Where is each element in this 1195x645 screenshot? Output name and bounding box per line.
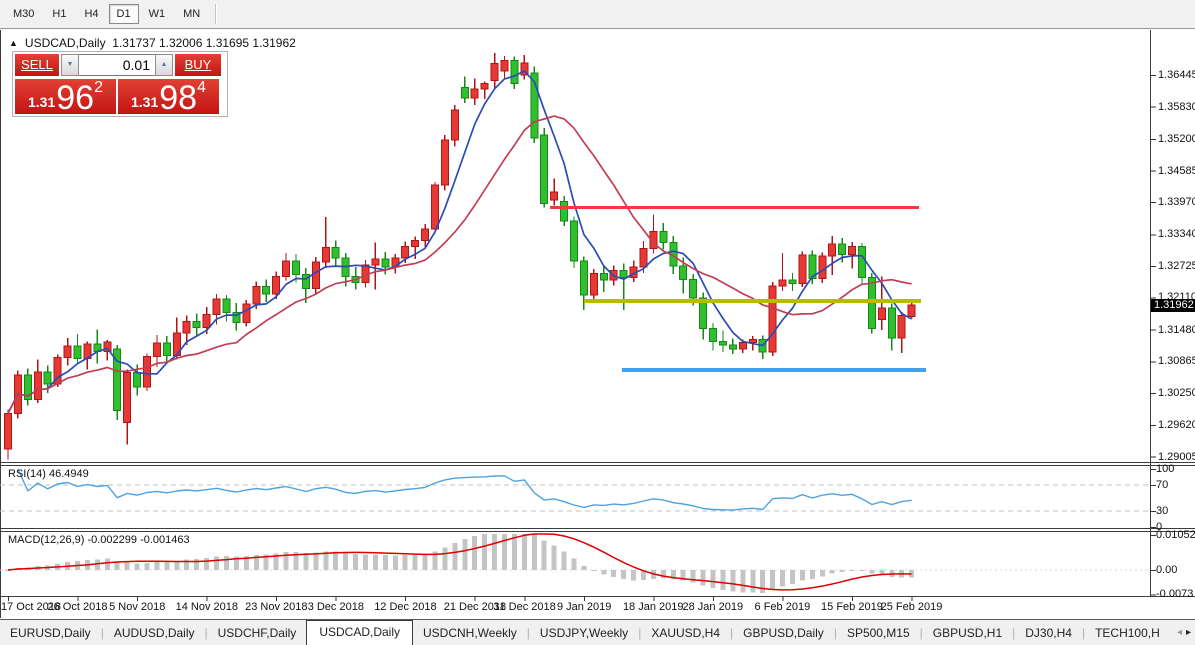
buy-price-big-digits: 98 [159, 79, 198, 117]
tab-dj30-h4[interactable]: DJ30,H4 [1015, 622, 1082, 644]
timeframe-button-h4[interactable]: H4 [76, 4, 106, 24]
macd-axis-label: -0.0073 [1156, 588, 1194, 601]
date-axis-label: 3 Dec 2018 [307, 601, 364, 613]
tab-xauusd-h4[interactable]: XAUUSD,H4 [641, 622, 730, 644]
price-axis-label: 1.31480 [1158, 323, 1195, 336]
tab-scroll-controls: ◂ ▸ [1177, 627, 1195, 638]
price-axis-label: 1.35200 [1158, 133, 1195, 145]
timeframe-button-h1[interactable]: H1 [44, 4, 74, 24]
volume-decrease-icon[interactable]: ▼ [61, 54, 79, 76]
volume-stepper: ▼ 0.01 ▲ [61, 54, 173, 76]
timeframe-button-mn[interactable]: MN [175, 4, 208, 24]
price-axis-label: 1.34585 [1158, 164, 1195, 177]
tab-eurusd-daily[interactable]: EURUSD,Daily [0, 622, 101, 644]
one-click-panel-toggle-icon[interactable]: ▲ [9, 38, 18, 48]
date-axis-label: 9 Jan 2019 [556, 601, 612, 613]
timeframe-button-m30[interactable]: M30 [5, 4, 42, 24]
date-axis-label: 26 Oct 2018 [47, 601, 108, 613]
tab-tech100-h[interactable]: TECH100,H [1085, 622, 1170, 644]
price-axis-label: 1.29005 [1158, 450, 1195, 463]
price-axis-label: 1.33340 [1158, 228, 1195, 241]
sell-price-big-digits: 96 [56, 79, 95, 117]
tab-audusd-daily[interactable]: AUDUSD,Daily [104, 622, 205, 644]
sell-button[interactable]: SELL [15, 54, 59, 76]
buy-button[interactable]: BUY [175, 54, 221, 76]
timeframe-button-w1[interactable]: W1 [141, 4, 174, 24]
macd-axis-label: 0.00 [1156, 564, 1178, 576]
date-axis-label: 12 Dec 2018 [374, 601, 437, 613]
chart-title: ▲ USDCAD,Daily 1.31737 1.32006 1.31695 1.… [9, 36, 296, 50]
rsi-label: RSI(14) 46.4949 [8, 468, 89, 480]
date-axis-label: 5 Nov 2018 [109, 601, 166, 613]
sell-price-button[interactable]: 1.31 96 2 [15, 79, 116, 117]
date-axis-label: 14 Nov 2018 [175, 601, 238, 613]
date-axis-label: 15 Feb 2019 [821, 601, 883, 613]
tab-sp500-m15[interactable]: SP500,M15 [837, 622, 920, 644]
date-axis-label: 18 Jan 2019 [622, 601, 684, 613]
tab-gbpusd-h1[interactable]: GBPUSD,H1 [923, 622, 1012, 644]
buy-price-prefix: 1.31 [131, 94, 159, 110]
tab-usdcnh-weekly[interactable]: USDCNH,Weekly [413, 622, 527, 644]
date-axis-label: 6 Feb 2019 [754, 601, 811, 613]
date-axis-label: 31 Dec 2018 [493, 601, 556, 613]
tab-scroll-right-icon[interactable]: ▸ [1186, 627, 1191, 638]
volume-field[interactable]: 0.01 [79, 54, 155, 76]
rsi-axis-label: 30 [1156, 505, 1169, 517]
date-axis-label: 23 Nov 2018 [245, 601, 308, 613]
tab-scroll-left-icon[interactable]: ◂ [1177, 627, 1182, 638]
date-axis-label: 28 Jan 2019 [682, 601, 744, 613]
toolbar-separator [215, 4, 218, 24]
price-axis-label: 1.32725 [1158, 259, 1195, 272]
price-axis-label: 1.36445 [1158, 69, 1195, 82]
price-axis-label: 1.33970 [1158, 196, 1195, 209]
buy-price-button[interactable]: 1.31 98 4 [118, 79, 219, 117]
volume-increase-icon[interactable]: ▲ [155, 54, 173, 76]
rsi-axis-label: 70 [1156, 479, 1169, 491]
price-axis-label: 1.30865 [1158, 355, 1195, 368]
one-click-trade-panel: SELL ▼ 0.01 ▲ BUY 1.31 96 2 1.31 98 4 [12, 51, 228, 117]
symbol-tab-bar: EURUSD,Daily | AUDUSD,Daily | USDCHF,Daily US… [0, 619, 1195, 645]
sell-price-pip-digit: 2 [94, 79, 103, 96]
chart-symbol-label: USDCAD,Daily [24, 36, 106, 50]
sell-price-prefix: 1.31 [28, 94, 56, 110]
macd-label: MACD(12,26,9) -0.002299 -0.001463 [8, 534, 190, 546]
macd-axis-label: 0.010525 [1156, 529, 1195, 541]
price-axis-label: 1.30250 [1158, 386, 1195, 399]
rsi-axis-label: 100 [1156, 463, 1175, 475]
chart-ohlc-values: 1.31737 1.32006 1.31695 1.31962 [112, 36, 296, 50]
tab-usdjpy-weekly[interactable]: USDJPY,Weekly [530, 622, 638, 644]
tab-usdcad-daily[interactable]: USDCAD,Daily [306, 620, 413, 645]
timeframe-toolbar: M30 H1 H4 D1 W1 MN [0, 0, 1195, 29]
price-axis-label: 1.29620 [1158, 419, 1195, 432]
current-price-tag: 1.31962 [1151, 299, 1195, 312]
buy-price-pip-digit: 4 [197, 79, 206, 96]
trading-terminal-window: M30 H1 H4 D1 W1 MN ▲ USDCAD,Daily 1.31737 1.32… [0, 0, 1195, 645]
tab-gbpusd-daily[interactable]: GBPUSD,Daily [733, 622, 834, 644]
timeframe-button-d1[interactable]: D1 [108, 4, 139, 24]
date-axis-label: 25 Feb 2019 [880, 601, 943, 613]
tab-usdchf-daily[interactable]: USDCHF,Daily [208, 622, 307, 644]
price-axis-label: 1.35830 [1158, 100, 1195, 113]
